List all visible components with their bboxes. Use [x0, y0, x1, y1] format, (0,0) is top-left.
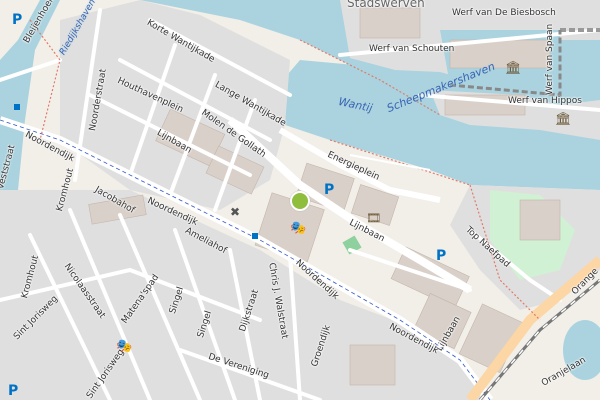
parking-icon[interactable]: P — [436, 248, 446, 264]
label-stadswerven: Stadswerven — [347, 0, 425, 10]
map-view[interactable]: Stadswerven Werf van De Biesbosch Werf v… — [0, 0, 600, 400]
theatre-masks-icon[interactable]: 🎭 — [290, 222, 306, 235]
parking-icon[interactable]: P — [12, 12, 22, 28]
theatre-masks-icon[interactable]: 🎭 — [116, 340, 132, 353]
bus-stop-icon[interactable] — [14, 104, 20, 110]
museum-icon[interactable]: 🏛 — [505, 62, 522, 75]
cinema-film-icon[interactable]: 🎞 — [366, 212, 381, 224]
parking-icon[interactable]: P — [8, 383, 18, 399]
label-werf-van-hippos: Werf van Hippos — [508, 96, 582, 106]
bus-stop-icon[interactable] — [252, 233, 258, 239]
label-werf-van-de-biesbosch: Werf van De Biesbosch — [452, 8, 556, 18]
map-marker-icon[interactable] — [290, 191, 310, 211]
windmill-icon[interactable]: ✖ — [230, 206, 240, 218]
parking-icon[interactable]: P — [324, 182, 334, 198]
label-werf-van-spaan: Werf van Spaan — [545, 23, 555, 95]
label-werf-van-schouten: Werf van Schouten — [369, 44, 455, 54]
museum-icon[interactable]: 🏛 — [555, 113, 572, 126]
